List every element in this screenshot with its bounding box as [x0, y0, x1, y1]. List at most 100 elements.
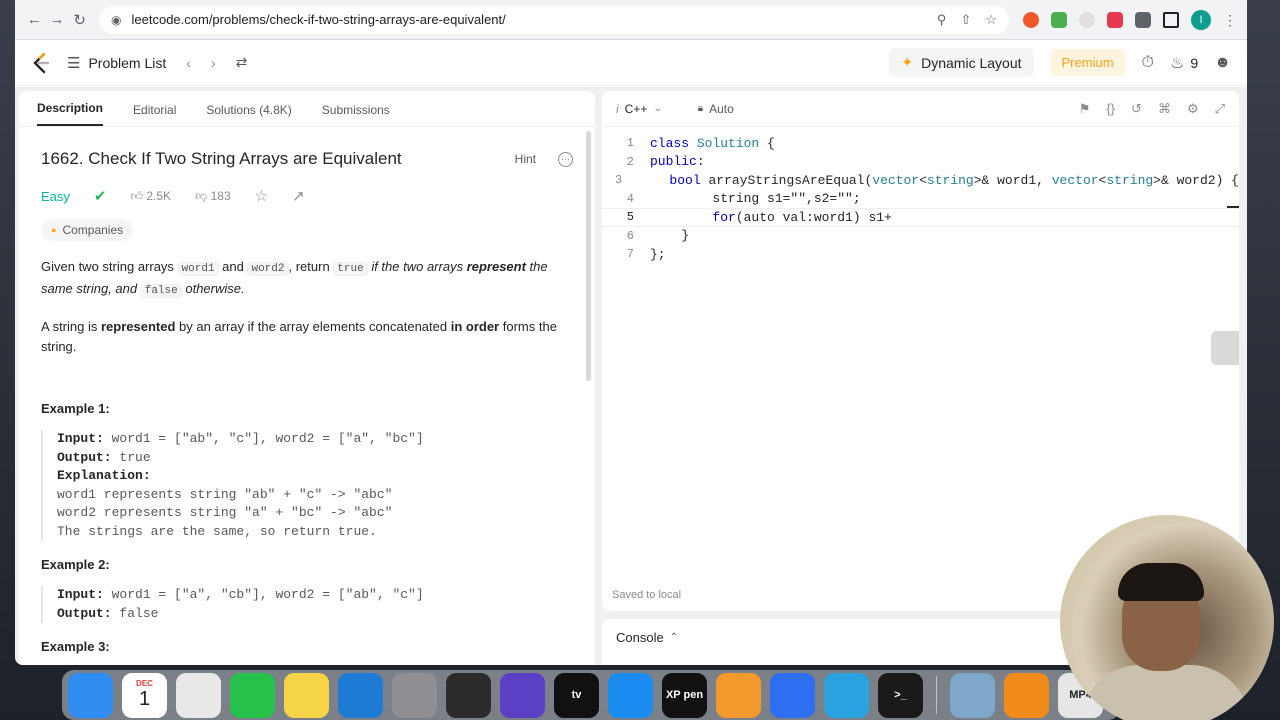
code-area[interactable]: 1 class Solution {2 public:3 bool arrayStr… [602, 127, 1239, 264]
webcam-person-body [1080, 665, 1250, 720]
settings-app-icon[interactable] [392, 672, 437, 718]
sketch-app-icon[interactable] [770, 672, 815, 718]
share-link-icon[interactable]: ↗ [292, 187, 305, 205]
browser-toolbar: ← → ↻ ◉ leetcode.com/problems/check-if-t… [15, 0, 1247, 40]
code-token: >& word1, [973, 172, 1052, 188]
code-line[interactable]: 3 bool arrayStringsAreEqual(vector < strin… [602, 171, 1239, 190]
finder-app-icon[interactable] [68, 672, 113, 718]
bookmark-icon[interactable]: ⚑ [1079, 101, 1091, 117]
line-number: 1 [626, 136, 634, 151]
user-avatar[interactable]: ☻ [1214, 54, 1231, 72]
notes-side-button[interactable] [1211, 331, 1239, 365]
hint-button[interactable]: Hint [515, 152, 536, 166]
preview-app-icon[interactable] [950, 672, 995, 718]
dock-separator [936, 676, 937, 714]
problem-content: 1662. Check If Two String Arrays are Equ… [19, 149, 595, 654]
imovie-app-icon[interactable] [500, 672, 545, 718]
tab-description[interactable]: Description [37, 101, 104, 126]
prev-problem-icon[interactable]: ‹ [186, 55, 191, 71]
problem-title[interactable]: 1662. Check If Two String Arrays are Equ… [41, 149, 402, 169]
code-token: }; [650, 246, 666, 262]
braces-icon[interactable]: {} [1106, 101, 1115, 117]
reset-icon[interactable]: ↺ [1131, 101, 1142, 117]
gear-icon[interactable]: ⚙ [1187, 101, 1199, 117]
facetime-app-icon[interactable] [230, 672, 275, 718]
code-line[interactable]: 1 class Solution { [602, 134, 1239, 153]
back-icon[interactable]: ← [25, 7, 44, 33]
thumbs-down-icon: 👎︎ [195, 188, 208, 203]
code-token: >& word2) { [1153, 172, 1239, 188]
notes-app-icon[interactable] [284, 672, 329, 718]
puzzle-icon[interactable] [1135, 11, 1152, 28]
sidepanel-icon[interactable] [1163, 11, 1180, 28]
appstore-app-icon[interactable] [608, 672, 653, 718]
favorite-star-icon[interactable]: ☆ [255, 187, 268, 205]
timer-icon[interactable]: ⏱ [1142, 54, 1154, 72]
code-line[interactable]: 4 string s1="",s2=""; [602, 190, 1239, 209]
like-button[interactable]: 👍︎ 2.5K [130, 189, 171, 204]
problem-meta: Easy ✔ 👍︎ 2.5K 👎︎ 183 ☆ ↗ [41, 187, 573, 205]
tab-submissions[interactable]: Submissions [322, 103, 390, 126]
extension-icon[interactable] [1051, 11, 1068, 28]
next-problem-icon[interactable]: › [211, 55, 216, 71]
vscode-app-icon[interactable] [338, 672, 383, 718]
vlc-app-icon[interactable] [1004, 672, 1049, 718]
telegram-app-icon[interactable] [824, 672, 869, 718]
more-options-icon[interactable]: ⋯ [558, 151, 573, 167]
difficulty-badge: Easy [41, 188, 70, 204]
code-line[interactable]: 7}; [602, 245, 1239, 264]
shuffle-icon[interactable]: ⇄ [236, 54, 248, 71]
profile-avatar[interactable]: I [1191, 9, 1212, 30]
example-1-box: Input: word1 = ["ab", "c"], word2 = ["a"… [41, 430, 573, 541]
extension-icon[interactable] [1107, 11, 1124, 28]
code-token: : [696, 154, 705, 170]
line-number: 6 [626, 228, 634, 243]
code-token: for [712, 209, 736, 225]
extension-icon[interactable] [1079, 11, 1096, 28]
code-line[interactable]: 2 public: [602, 153, 1239, 172]
dynamic-layout-button[interactable]: ✦ Dynamic Layout [889, 48, 1034, 77]
example-2-box: Input: word1 = ["a", "cb"], word2 = ["ab… [41, 586, 573, 623]
reload-icon[interactable]: ↻ [70, 7, 89, 33]
menu-dots-icon[interactable]: ⋮ [1223, 12, 1237, 28]
url-text: leetcode.com/problems/check-if-two-strin… [131, 12, 506, 27]
bookmark-star-icon[interactable]: ☆ [985, 12, 997, 28]
dislike-button[interactable]: 👎︎ 183 [195, 189, 231, 204]
appletv-app-icon[interactable]: tv [554, 672, 599, 718]
code-line[interactable]: 5 for (auto val:word1) s1+ [602, 208, 1239, 227]
description-scrollbar[interactable] [586, 131, 591, 381]
address-bar[interactable]: ◉ leetcode.com/problems/check-if-two-str… [99, 5, 1010, 34]
xppen-app-icon[interactable]: XP pen [662, 672, 707, 718]
zoom-icon[interactable]: ⚲ [937, 12, 947, 28]
tab-editorial[interactable]: Editorial [133, 103, 176, 126]
auto-mode-toggle[interactable]: 🔒︎ Auto [698, 102, 734, 116]
premium-button[interactable]: Premium [1049, 49, 1126, 76]
dislike-count: 183 [210, 188, 231, 203]
language-select[interactable]: i C++ ⌄ [616, 102, 662, 116]
editor-toolbar: i C++ ⌄ 🔒︎ Auto ⚑ {} ↺ ⌘ ⚙ ⤢ [602, 91, 1239, 127]
code-token: public [650, 154, 697, 170]
code-line[interactable]: 6 } [602, 227, 1239, 246]
companies-label: Companies [62, 223, 124, 237]
dynamic-layout-label: Dynamic Layout [921, 54, 1022, 71]
code-token: (auto val:word1) s1+ [735, 209, 892, 225]
streak-counter[interactable]: ♨ 9 [1170, 53, 1198, 73]
tab-solutions[interactable]: Solutions (4.8K) [206, 103, 291, 126]
leetcode-logo-icon[interactable] [31, 52, 51, 74]
terminal-app-icon[interactable]: >_ [878, 672, 923, 718]
shortcut-icon[interactable]: ⌘ [1158, 101, 1171, 117]
chrome-app-icon[interactable] [176, 672, 221, 718]
forward-icon[interactable]: → [48, 7, 67, 33]
site-info-icon[interactable]: ◉ [111, 13, 121, 27]
expand-icon[interactable]: ⤢ [1215, 101, 1225, 117]
obs-app-icon[interactable] [446, 672, 491, 718]
share-icon[interactable]: ⇧ [960, 12, 971, 28]
flame-icon: ♨ [1170, 54, 1185, 72]
problem-list-button[interactable]: ☰ Problem List [67, 54, 166, 72]
companies-tag[interactable]: ● Companies [41, 219, 134, 241]
line-number: 5 [626, 210, 634, 225]
extension-icon[interactable] [1023, 11, 1040, 28]
problem-list-label: Problem List [88, 54, 167, 71]
pages-app-icon[interactable] [716, 672, 761, 718]
calendar-app-icon[interactable]: DEC 1 [122, 672, 167, 718]
